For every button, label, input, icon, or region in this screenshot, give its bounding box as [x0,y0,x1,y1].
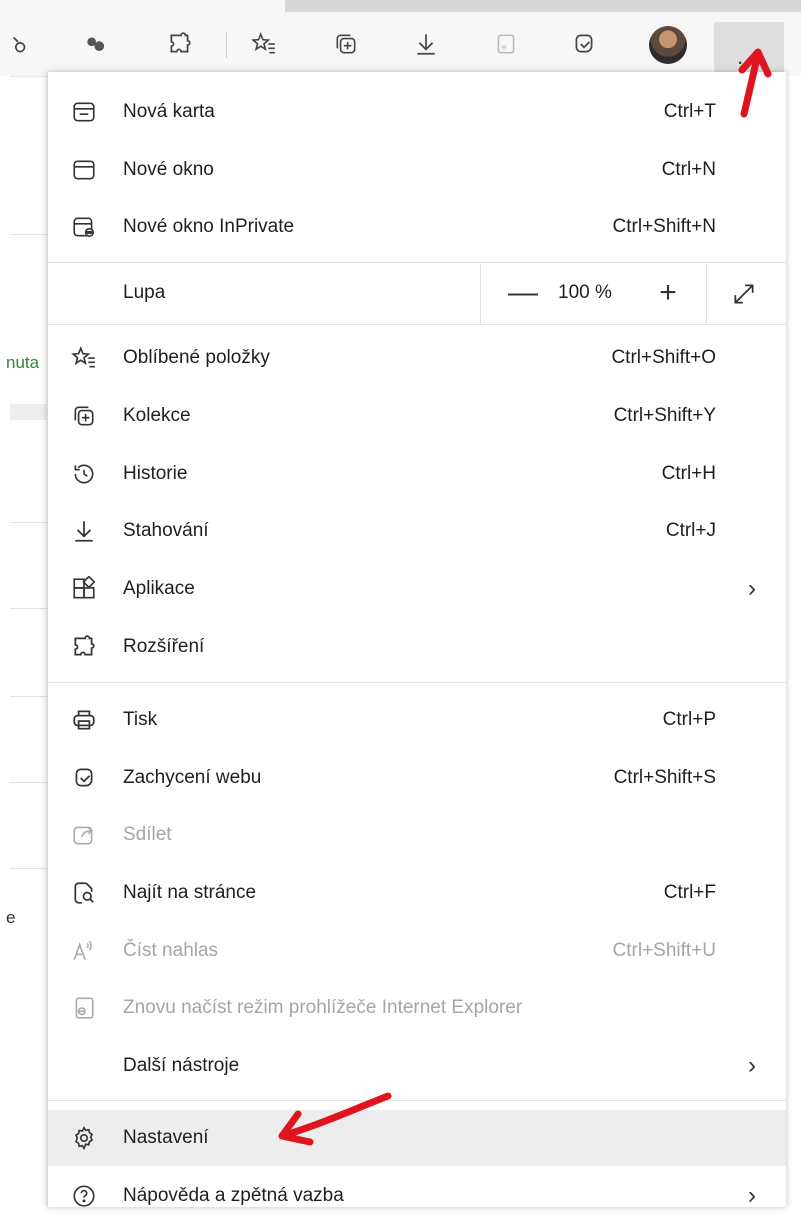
menu-item-read-aloud[interactable]: Číst nahlas Ctrl+Shift+U [48,923,786,979]
menu-divider [48,682,786,683]
page-background: nuta e [0,76,48,1207]
read-aloud-icon [68,935,100,967]
chevron-right-icon: › [748,1052,756,1079]
svg-text:e: e [502,41,507,51]
zoom-label: Lupa [123,282,166,303]
menu-item-help-and-feedback[interactable]: Nápověda a zpětná vazba › [48,1168,786,1224]
menu-divider [48,1100,786,1101]
profile-sync-icon[interactable] [80,28,112,60]
settings-and-more-menu: Nová karta Ctrl+T Nové okno Ctrl+N Nové … [47,72,786,1209]
extension-puzzle-icon[interactable] [164,28,196,60]
menu-item-more-tools[interactable]: Další nástroje › [48,1038,786,1094]
collections-icon [68,400,100,432]
fullscreen-icon [734,284,754,304]
menu-item-downloads[interactable]: Stahování Ctrl+J [48,503,786,559]
toolbar-separator [226,32,227,58]
menu-item-favorites[interactable]: Oblíbené položky Ctrl+Shift+O [48,330,786,386]
profile-avatar[interactable] [649,26,687,64]
menu-divider [48,324,786,325]
zoom-in-button[interactable]: + [648,274,688,314]
web-capture-icon [68,762,100,794]
downloads-icon[interactable] [410,28,442,60]
extensions-icon [68,631,100,663]
partial-page-text: e [6,908,16,927]
menu-item-collections[interactable]: Kolekce Ctrl+Shift+Y [48,388,786,444]
zoom-row: Lupa — 100 % + [48,264,786,324]
browser-toolbar: e ··· [0,0,801,76]
more-options-button[interactable]: ··· [714,22,784,74]
inprivate-icon [68,211,100,243]
new-tab-icon [68,96,100,128]
menu-divider [48,262,786,263]
menu-item-share[interactable]: Sdílet [48,807,786,863]
favorites-icon[interactable] [248,28,280,60]
chevron-right-icon: › [748,575,756,602]
menu-item-apps[interactable]: Aplikace › [48,561,786,617]
menu-item-new-tab[interactable]: Nová karta Ctrl+T [48,84,786,140]
favorites-icon [68,342,100,374]
print-icon [68,704,100,736]
history-icon [68,458,100,490]
apps-icon [68,573,100,605]
partial-toolbar-icon[interactable] [2,28,34,60]
menu-item-find-on-page[interactable]: Najít na stránce Ctrl+F [48,865,786,921]
menu-item-new-inprivate-window[interactable]: Nové okno InPrivate Ctrl+Shift+N [48,199,786,255]
more-options-icon: ··· [736,49,762,74]
download-icon [68,515,100,547]
menu-item-extensions[interactable]: Rozšíření [48,619,786,675]
menu-item-print[interactable]: Tisk Ctrl+P [48,692,786,748]
chevron-right-icon: › [748,1182,756,1209]
menu-item-settings[interactable]: Nastavení [48,1110,786,1166]
help-icon [68,1180,100,1212]
ie-mode-icon[interactable]: e [490,28,522,60]
fullscreen-button[interactable] [726,276,762,312]
menu-item-web-capture[interactable]: Zachycení webu Ctrl+Shift+S [48,750,786,806]
new-window-icon [68,154,100,186]
partial-page-text: nuta [6,353,40,372]
settings-icon [68,1122,100,1154]
menu-item-new-window[interactable]: Nové okno Ctrl+N [48,142,786,198]
tab-strip-edge [285,0,801,12]
collections-icon[interactable] [330,28,362,60]
zoom-level: 100 % [558,282,612,303]
web-capture-icon[interactable] [568,28,600,60]
ie-reload-icon [68,992,100,1024]
menu-item-history[interactable]: Historie Ctrl+H [48,446,786,502]
menu-item-reload-ie-mode[interactable]: Znovu načíst režim prohlížeče Internet E… [48,980,786,1036]
zoom-out-button[interactable]: — [503,274,543,314]
share-icon [68,819,100,851]
find-icon [68,877,100,909]
